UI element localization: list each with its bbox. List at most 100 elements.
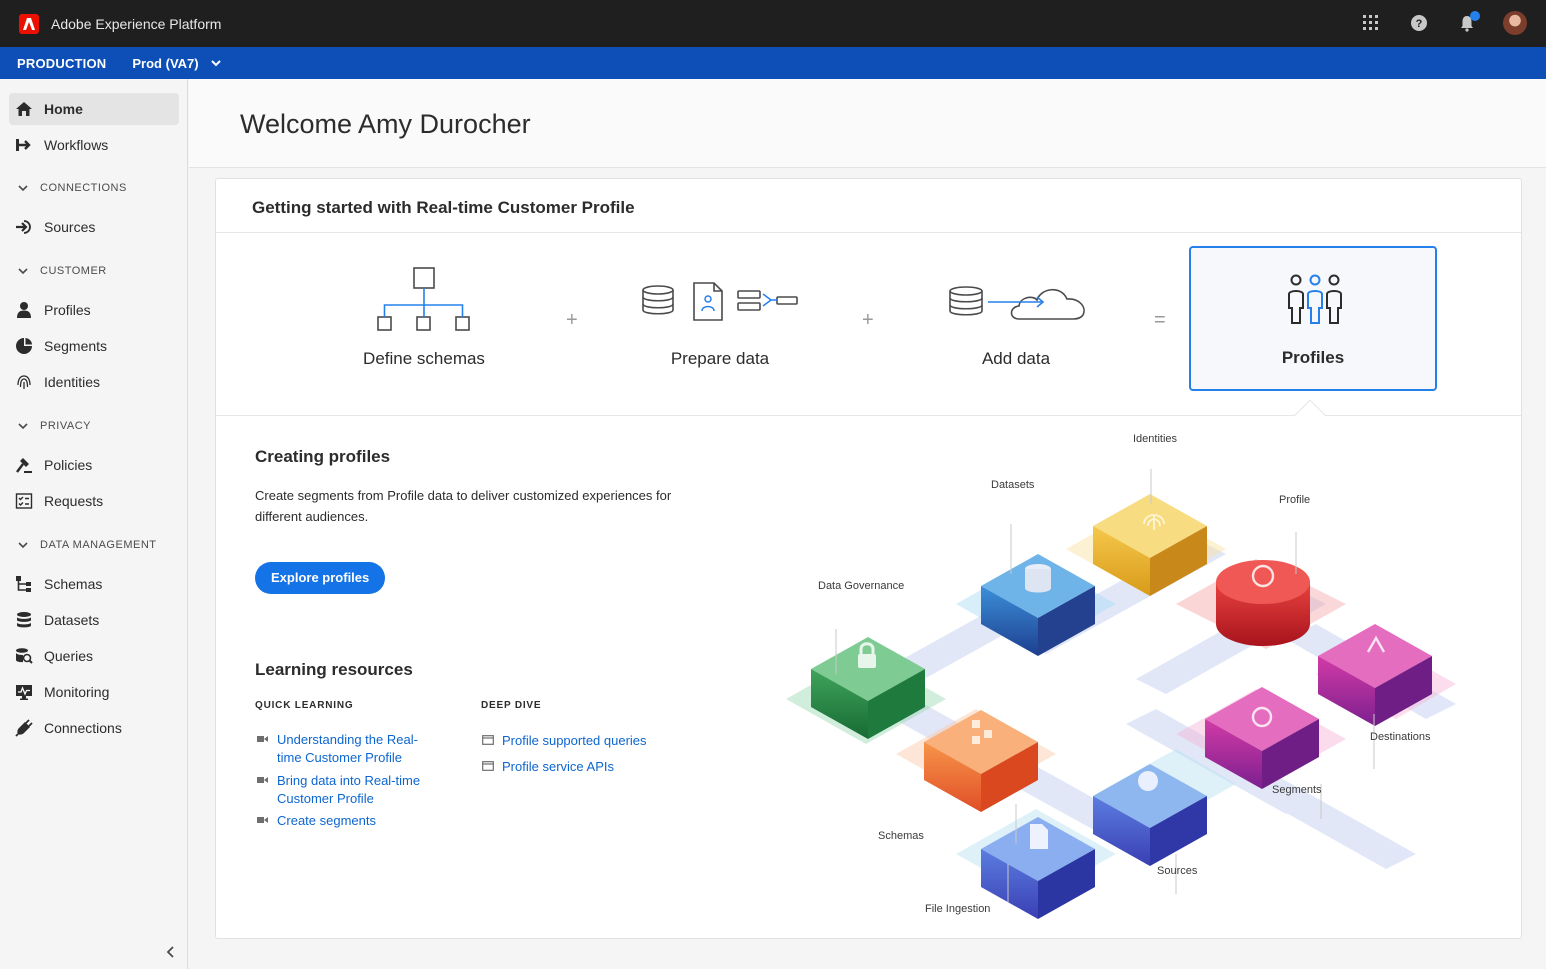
link-text[interactable]: Create segments <box>277 812 376 830</box>
nav-label: Segments <box>44 338 108 354</box>
profiles-group-icon <box>1288 274 1342 324</box>
video-icon <box>257 777 268 783</box>
policies-icon <box>14 455 34 475</box>
link-text[interactable]: Understanding the Real-time Customer Pro… <box>277 731 437 767</box>
nav-sources[interactable]: Sources <box>9 211 179 243</box>
collapse-nav-button[interactable] <box>165 945 175 964</box>
sandbox-selector[interactable]: Prod (VA7) <box>132 55 221 71</box>
adobe-logo[interactable] <box>19 13 39 34</box>
apps-grid-icon[interactable] <box>1358 10 1384 36</box>
resource-link-supported-queries[interactable]: Profile supported queries <box>482 732 682 750</box>
chevron-down-icon <box>18 267 28 274</box>
datasets-block <box>981 554 1095 656</box>
help-icon[interactable]: ? <box>1406 10 1432 36</box>
monitoring-icon <box>14 682 34 702</box>
link-text[interactable]: Profile supported queries <box>502 732 647 750</box>
welcome-header: Welcome Amy Durocher <box>189 79 1546 168</box>
chevron-down-icon <box>18 541 28 548</box>
chevron-down-icon <box>18 184 28 191</box>
nav-label: Workflows <box>44 137 109 153</box>
section-connections[interactable]: CONNECTIONS <box>18 182 127 194</box>
getting-started-card: Getting started with Real-time Customer … <box>215 178 1522 939</box>
schema-tree-icon <box>377 267 470 331</box>
section-privacy[interactable]: PRIVACY <box>18 420 91 432</box>
chevron-down-icon <box>18 422 28 429</box>
nav-profiles[interactable]: Profiles <box>9 294 179 326</box>
label-identities: Identities <box>1133 433 1178 445</box>
section-data-management[interactable]: DATA MANAGEMENT <box>18 539 157 551</box>
plus-operator: + <box>862 309 874 331</box>
divider <box>216 232 1521 233</box>
sources-icon <box>14 217 34 237</box>
step-profiles-label: Profiles <box>1281 348 1345 367</box>
section-title: DATA MANAGEMENT <box>40 539 157 551</box>
nav-label: Identities <box>44 374 101 390</box>
nav-label: Sources <box>44 219 96 235</box>
label-data-governance: Data Governance <box>818 580 905 592</box>
nav-segments[interactable]: Segments <box>9 330 179 362</box>
nav-datasets[interactable]: Datasets <box>9 604 179 636</box>
nav-workflows[interactable]: Workflows <box>9 129 179 161</box>
nav-label: Profiles <box>44 302 91 318</box>
page-title: Welcome Amy Durocher <box>240 109 531 139</box>
link-text[interactable]: Bring data into Real-time Customer Profi… <box>277 772 437 808</box>
resource-link-service-apis[interactable]: Profile service APIs <box>482 758 682 776</box>
nav-monitoring[interactable]: Monitoring <box>9 676 179 708</box>
user-avatar[interactable] <box>1502 10 1528 36</box>
section-title: CUSTOMER <box>40 265 107 277</box>
quick-learning-heading: QUICK LEARNING <box>255 700 354 711</box>
nav-label: Schemas <box>44 576 103 592</box>
equals-operator: = <box>1154 309 1166 331</box>
nav-requests[interactable]: Requests <box>9 485 179 517</box>
section-title: CONNECTIONS <box>40 182 127 194</box>
nav-label: Requests <box>44 493 104 509</box>
nav-label: Home <box>44 101 83 117</box>
label-sources: Sources <box>1157 865 1198 877</box>
label-schemas: Schemas <box>878 830 924 842</box>
connections-icon <box>14 718 34 738</box>
profiles-icon <box>14 300 34 320</box>
requests-icon <box>14 491 34 511</box>
workflows-icon <box>14 135 34 155</box>
nav-label: Connections <box>44 720 122 736</box>
schemas-icon <box>14 574 34 594</box>
identities-icon <box>14 372 34 392</box>
document-icon <box>482 761 494 771</box>
resource-link-understanding-profile[interactable]: Understanding the Real-time Customer Pro… <box>257 731 437 767</box>
step-add-data: Add data <box>981 349 1051 368</box>
step-profiles-card[interactable]: Profiles <box>1189 246 1437 391</box>
nav-label: Monitoring <box>44 684 110 700</box>
notifications-icon[interactable] <box>1454 10 1480 36</box>
nav-identities[interactable]: Identities <box>9 366 179 398</box>
link-text[interactable]: Profile service APIs <box>502 758 614 776</box>
label-file-ingestion: File Ingestion <box>925 903 991 915</box>
nav-connections[interactable]: Connections <box>9 712 179 744</box>
environment-label: PRODUCTION <box>17 55 107 71</box>
nav-label: Datasets <box>44 612 100 628</box>
datasets-icon <box>14 610 34 630</box>
step-define-schemas: Define schemas <box>363 349 485 368</box>
learning-resources-title: Learning resources <box>255 660 413 679</box>
section-title: PRIVACY <box>40 420 91 432</box>
video-icon <box>257 817 268 823</box>
prepare-data-icon <box>642 282 798 321</box>
nav-label: Queries <box>44 648 94 664</box>
platform-architecture-illustration: Identities Datasets Profile Data Governa… <box>756 424 1516 924</box>
card-title: Getting started with Real-time Customer … <box>252 198 635 217</box>
sandbox-name: Prod (VA7) <box>132 55 199 71</box>
resource-link-create-segments[interactable]: Create segments <box>257 812 437 830</box>
plus-operator: + <box>566 309 578 331</box>
svg-text:?: ? <box>1416 18 1423 30</box>
nav-policies[interactable]: Policies <box>9 449 179 481</box>
deep-dive-heading: DEEP DIVE <box>481 700 542 711</box>
identities-block <box>1093 494 1207 596</box>
nav-home[interactable]: Home <box>9 93 179 125</box>
label-destinations: Destinations <box>1370 731 1431 743</box>
chevron-down-icon <box>210 59 221 66</box>
section-customer[interactable]: CUSTOMER <box>18 265 107 277</box>
isometric-diagram <box>786 469 1456 919</box>
nav-schemas[interactable]: Schemas <box>9 568 179 600</box>
explore-profiles-button[interactable]: Explore profiles <box>255 562 386 594</box>
nav-queries[interactable]: Queries <box>9 640 179 672</box>
resource-link-bring-data[interactable]: Bring data into Real-time Customer Profi… <box>257 772 437 808</box>
